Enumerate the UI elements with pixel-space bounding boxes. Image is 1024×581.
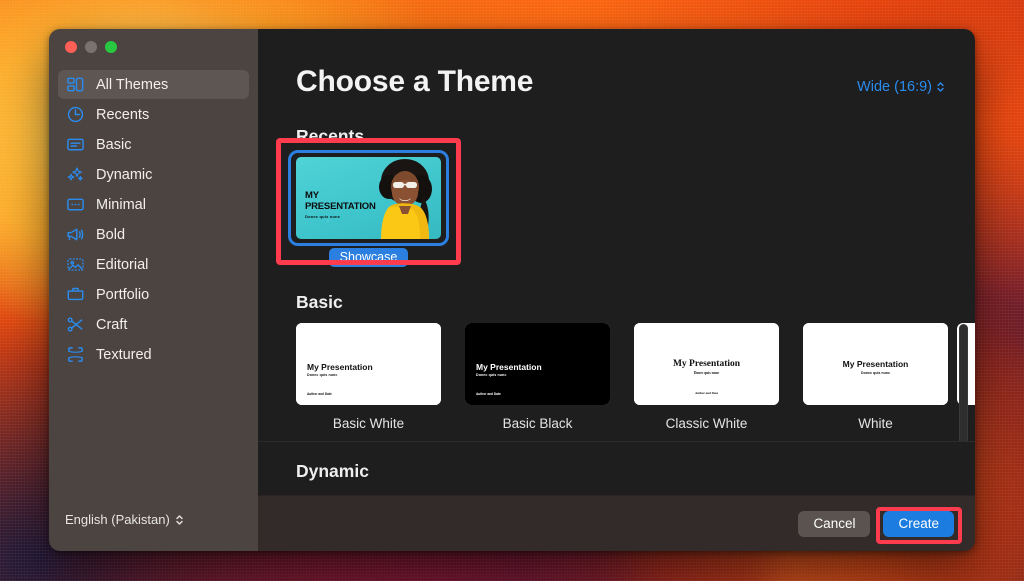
dialog-footer: Cancel Create [258, 495, 975, 551]
slide-subtitle: Donec quis nunc [476, 373, 507, 377]
clock-icon [66, 105, 85, 124]
sidebar-item-label: Bold [96, 226, 126, 243]
create-button[interactable]: Create [883, 510, 954, 537]
page-title: Choose a Theme [296, 65, 534, 98]
gallery-header: Choose a Theme Wide (16:9) [296, 29, 975, 99]
sidebar-item-label: Craft [96, 316, 128, 333]
minimize-window-button[interactable] [85, 41, 97, 53]
zoom-window-button[interactable] [105, 41, 117, 53]
slide-title: My Presentation [672, 359, 741, 369]
sidebar-item-label: Editorial [96, 256, 149, 273]
theme-gallery: Choose a Theme Wide (16:9) Recents MY PR… [258, 29, 975, 495]
sidebar-item-craft[interactable]: Craft [58, 310, 249, 339]
main-panel: Choose a Theme Wide (16:9) Recents MY PR… [258, 29, 975, 551]
theme-name: Basic White [332, 416, 405, 431]
basic-theme-row-wrapper: My Presentation Donec quis nunc Author a… [296, 323, 975, 431]
theme-name-badge: Showcase [328, 248, 409, 267]
crop-frame-icon [66, 345, 85, 364]
sparkles-icon [66, 165, 85, 184]
theme-thumbnail[interactable]: My Presentation Donec quis nunc [803, 323, 948, 405]
slide-title: My Presentation [842, 359, 909, 369]
sidebar-footer: English (Pakistan) [49, 511, 258, 551]
scissors-icon [66, 315, 85, 334]
theme-card-white[interactable]: My Presentation Donec quis nunc White [803, 323, 948, 431]
sidebar-item-label: Dynamic [96, 166, 153, 183]
briefcase-icon [66, 285, 85, 304]
slide-footer: Author and Date [476, 392, 501, 396]
sidebar-item-portfolio[interactable]: Portfolio [58, 280, 249, 309]
section-dynamic: Dynamic [258, 441, 975, 495]
slide-title: My Presentation [307, 362, 373, 372]
sidebar-item-bold[interactable]: Bold [58, 220, 249, 249]
theme-chooser-window: All Themes Recents Basic Dynamic Minimal… [49, 29, 975, 551]
sidebar-item-all-themes[interactable]: All Themes [58, 70, 249, 99]
sidebar-item-minimal[interactable]: Minimal [58, 190, 249, 219]
slide-preview: My Presentation Donec quis nunc Author a… [465, 323, 610, 405]
showcase-slide-subtitle: Donec quis nunc [305, 214, 341, 219]
dots-box-icon [66, 195, 85, 214]
theme-card-basic-white[interactable]: My Presentation Donec quis nunc Author a… [296, 323, 441, 431]
slide-preview: My Presentation Donec quis nunc Author a… [634, 323, 779, 405]
all-themes-icon [66, 75, 85, 94]
sidebar-item-dynamic[interactable]: Dynamic [58, 160, 249, 189]
language-picker-value: English (Pakistan) [65, 512, 170, 527]
slide-footer: Author and Date [307, 392, 332, 396]
chevron-updown-icon [936, 80, 945, 94]
slide-footer: Author and Date [695, 391, 718, 395]
sidebar-item-textured[interactable]: Textured [58, 340, 249, 369]
theme-category-list: All Themes Recents Basic Dynamic Minimal… [49, 65, 258, 369]
sidebar-item-editorial[interactable]: Editorial [58, 250, 249, 279]
slide-preview: My Presentation Donec quis nunc Author a… [296, 323, 441, 405]
sidebar-item-basic[interactable]: Basic [58, 130, 249, 159]
sidebar-item-label: Basic [96, 136, 132, 153]
theme-name: Basic Black [502, 416, 573, 431]
slide-subtitle: Donec quis nunc [307, 373, 338, 377]
sidebar-item-label: Portfolio [96, 286, 150, 303]
theme-card-classic-white[interactable]: My Presentation Donec quis nunc Author a… [634, 323, 779, 431]
sidebar-item-label: All Themes [96, 76, 169, 93]
theme-thumbnail[interactable]: My Presentation Donec quis nunc Author a… [634, 323, 779, 405]
sidebar-item-recents[interactable]: Recents [58, 100, 249, 129]
document-lines-icon [66, 135, 85, 154]
sidebar-item-label: Textured [96, 346, 152, 363]
basic-theme-row: My Presentation Donec quis nunc Author a… [296, 323, 975, 431]
language-picker[interactable]: English (Pakistan) [65, 512, 184, 527]
theme-card-showcase[interactable]: MY PRESENTATION Donec quis nunc Showcase [276, 138, 461, 267]
section-title-dynamic: Dynamic [296, 461, 369, 481]
sidebar-item-label: Minimal [96, 196, 146, 213]
section-title-recents: Recents [296, 126, 365, 146]
theme-name: White [858, 416, 893, 431]
photo-icon [66, 255, 85, 274]
gallery-scrollbar[interactable] [959, 109, 968, 479]
sidebar-item-label: Recents [96, 106, 150, 123]
cancel-button[interactable]: Cancel [798, 510, 871, 537]
slide-title: My Presentation [476, 362, 542, 372]
theme-card-basic-black[interactable]: My Presentation Donec quis nunc Author a… [465, 323, 610, 431]
section-title-basic: Basic [296, 292, 343, 312]
theme-thumbnail[interactable]: My Presentation Donec quis nunc Author a… [465, 323, 610, 405]
sidebar: All Themes Recents Basic Dynamic Minimal… [49, 29, 258, 551]
aspect-ratio-picker[interactable]: Wide (16:9) [857, 79, 945, 95]
traffic-light-controls [49, 29, 258, 65]
theme-name: Classic White [665, 416, 748, 431]
megaphone-icon [66, 225, 85, 244]
chevron-updown-icon [175, 513, 184, 527]
aspect-ratio-value: Wide (16:9) [857, 79, 932, 95]
slide-subtitle: Donec quis nunc [861, 371, 890, 375]
theme-thumbnail[interactable]: My Presentation Donec quis nunc Author a… [296, 323, 441, 405]
close-window-button[interactable] [65, 41, 77, 53]
showcase-slide-title: MY PRESENTATION [305, 190, 376, 212]
recents-theme-row: MY PRESENTATION Donec quis nunc Showcase [276, 138, 975, 267]
slide-subtitle: Donec quis nunc [693, 371, 720, 375]
theme-thumbnail[interactable]: MY PRESENTATION Donec quis nunc [296, 157, 441, 239]
slide-preview: My Presentation Donec quis nunc [803, 323, 948, 405]
